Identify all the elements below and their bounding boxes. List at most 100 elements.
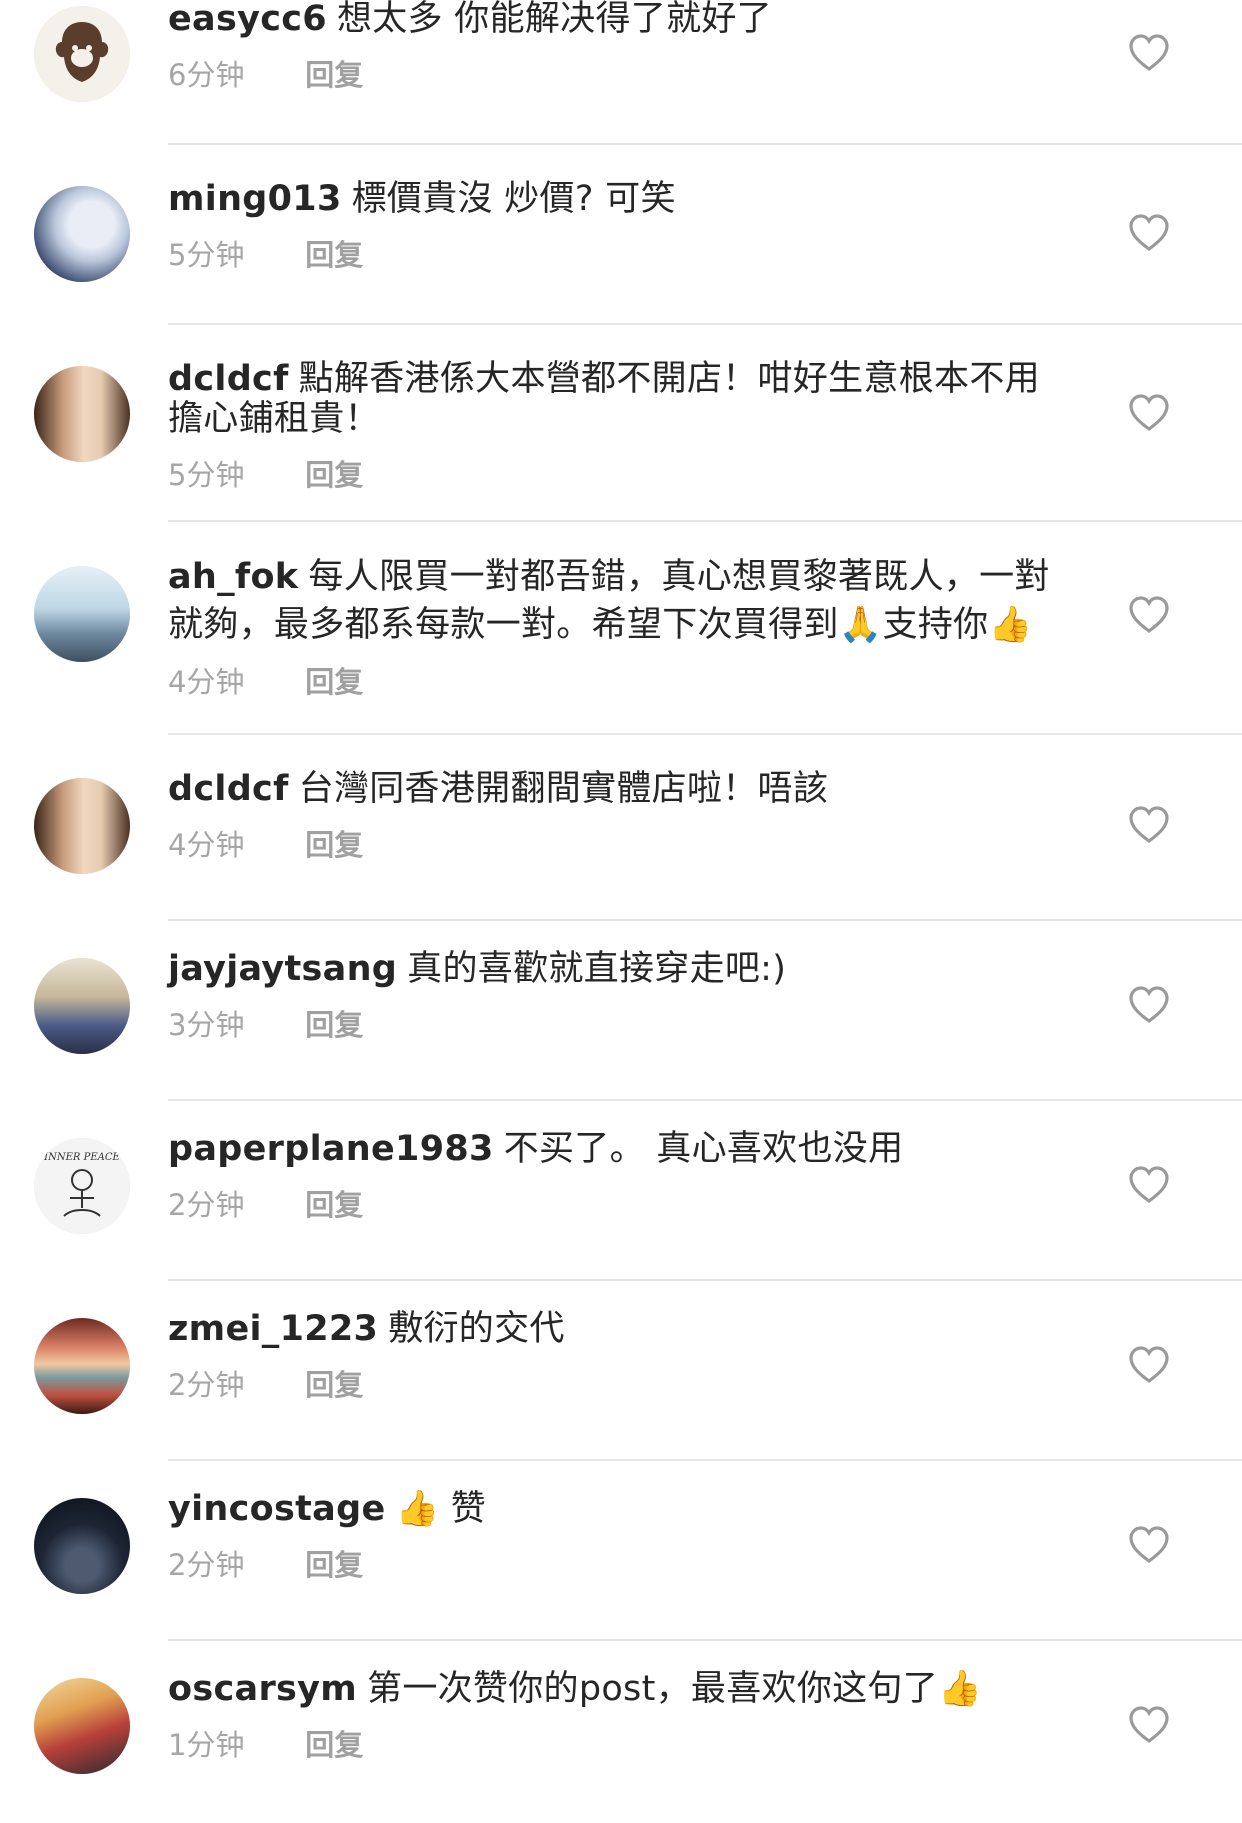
avatar[interactable] [34, 1498, 130, 1594]
reply-button[interactable]: 回复 [305, 1548, 363, 1582]
comment-time: 4分钟 [168, 665, 245, 699]
inner-peace-drawing-icon: INNER PEACE [34, 1138, 130, 1234]
heart-outline-icon[interactable] [1128, 214, 1170, 252]
heart-outline-icon[interactable] [1128, 34, 1170, 72]
comment-body: 敷衍的交代 [388, 1309, 565, 1349]
comment-text: oscarsym 第一次赞你的post，最喜欢你这句了👍 [168, 1666, 1088, 1712]
comment-username[interactable]: ming013 [168, 179, 342, 219]
divider [168, 733, 1242, 735]
comment-meta: 3分钟 回复 [168, 1007, 363, 1043]
comment-username[interactable]: dcldcf [168, 359, 289, 399]
photo-avatar-icon [34, 566, 130, 662]
photo-avatar-icon [34, 958, 130, 1054]
reply-button[interactable]: 回复 [305, 828, 363, 862]
heart-outline-icon[interactable] [1128, 596, 1170, 634]
comment-text-continued: 擔心鋪租貴！ [168, 396, 1088, 442]
svg-text:INNER PEACE: INNER PEACE [43, 1152, 120, 1163]
reply-button[interactable]: 回复 [305, 1368, 363, 1402]
comment-username[interactable]: zmei_1223 [168, 1309, 378, 1349]
comment-text: dcldcf 台灣同香港開翻間實體店啦！唔該 [168, 766, 1088, 812]
comment-username[interactable]: oscarsym [168, 1669, 357, 1709]
photo-avatar-icon [34, 1498, 130, 1594]
comment-text: easycc6 想太多 你能解决得了就好了 [168, 0, 1088, 42]
comment-time: 1分钟 [168, 1728, 245, 1762]
comment-meta: 5分钟 回复 [168, 457, 363, 493]
heart-outline-icon[interactable] [1128, 1166, 1170, 1204]
photo-avatar-icon [34, 1678, 130, 1774]
comment-body: 想太多 你能解决得了就好了 [336, 0, 772, 39]
divider [168, 1459, 1242, 1461]
comment-text: paperplane1983 不买了。 真心喜欢也没用 [168, 1126, 1088, 1172]
comment-text: jayjaytsang 真的喜歡就直接穿走吧:) [168, 946, 1088, 992]
comment-time: 4分钟 [168, 828, 245, 862]
avatar[interactable] [34, 6, 130, 102]
comment-text: zmei_1223 敷衍的交代 [168, 1306, 1088, 1352]
comment-body-line2: 就夠，最多都系每款一對。希望下次買得到🙏支持你👍 [168, 605, 1033, 645]
comment-meta: 4分钟 回复 [168, 664, 363, 700]
avatar[interactable] [34, 1318, 130, 1414]
photo-avatar-icon [34, 778, 130, 874]
photo-avatar-icon [34, 366, 130, 462]
divider [168, 919, 1242, 921]
divider [168, 1279, 1242, 1281]
comment-meta: 6分钟 回复 [168, 57, 363, 93]
comment-text: ah_fok 每人限買一對都吾錯，真心想買黎著既人，一對 [168, 554, 1088, 600]
avatar[interactable] [34, 186, 130, 282]
avatar[interactable] [34, 958, 130, 1054]
comment-meta: 2分钟 回复 [168, 1187, 363, 1223]
reply-button[interactable]: 回复 [305, 58, 363, 92]
comment-time: 5分钟 [168, 458, 245, 492]
comment-username[interactable]: dcldcf [168, 769, 289, 809]
comment-username[interactable]: ah_fok [168, 557, 298, 597]
comment-time: 3分钟 [168, 1008, 245, 1042]
avatar[interactable] [34, 1678, 130, 1774]
reply-button[interactable]: 回复 [305, 238, 363, 272]
reply-button[interactable]: 回复 [305, 1188, 363, 1222]
comment-body-line2: 擔心鋪租貴！ [168, 399, 380, 439]
comment-username[interactable]: easycc6 [168, 0, 327, 39]
comment-time: 2分钟 [168, 1548, 245, 1582]
comment-username[interactable]: paperplane1983 [168, 1129, 494, 1169]
comment-username[interactable]: yincostage [168, 1489, 386, 1529]
comment-body: 台灣同香港開翻間實體店啦！唔該 [298, 769, 829, 809]
avatar[interactable] [34, 366, 130, 462]
comment-meta: 1分钟 回复 [168, 1727, 363, 1763]
comment-meta: 4分钟 回复 [168, 827, 363, 863]
heart-outline-icon[interactable] [1128, 1706, 1170, 1744]
reply-button[interactable]: 回复 [305, 458, 363, 492]
reply-button[interactable]: 回复 [305, 1008, 363, 1042]
comment-time: 2分钟 [168, 1188, 245, 1222]
photo-avatar-icon [34, 186, 130, 282]
heart-outline-icon[interactable] [1128, 394, 1170, 432]
comment-body: 👍 赞 [395, 1489, 487, 1529]
avatar[interactable] [34, 566, 130, 662]
comment-body: 每人限買一對都吾錯，真心想買黎著既人，一對 [308, 557, 1050, 597]
comment-text: ming013 標價貴沒 炒價? 可笑 [168, 176, 1088, 222]
comment-body: 真的喜歡就直接穿走吧:) [407, 949, 787, 989]
divider [168, 143, 1242, 145]
divider [168, 323, 1242, 325]
comment-time: 2分钟 [168, 1368, 245, 1402]
comment-body: 標價貴沒 炒價? 可笑 [351, 179, 676, 219]
comment-meta: 2分钟 回复 [168, 1367, 363, 1403]
comment-text: yincostage 👍 赞 [168, 1486, 1088, 1532]
comment-body: 不买了。 真心喜欢也没用 [503, 1129, 904, 1169]
avatar[interactable] [34, 778, 130, 874]
photo-avatar-icon [34, 1318, 130, 1414]
comment-text-continued: 就夠，最多都系每款一對。希望下次買得到🙏支持你👍 [168, 602, 1088, 648]
comment-username[interactable]: jayjaytsang [168, 949, 397, 989]
reply-button[interactable]: 回复 [305, 665, 363, 699]
heart-outline-icon[interactable] [1128, 986, 1170, 1024]
avatar[interactable]: INNER PEACE [34, 1138, 130, 1234]
bape-ape-logo-icon [34, 6, 130, 102]
heart-outline-icon[interactable] [1128, 806, 1170, 844]
divider [168, 520, 1242, 522]
divider [168, 1639, 1242, 1641]
comment-time: 5分钟 [168, 238, 245, 272]
comment-time: 6分钟 [168, 58, 245, 92]
heart-outline-icon[interactable] [1128, 1346, 1170, 1384]
comment-meta: 2分钟 回复 [168, 1547, 363, 1583]
reply-button[interactable]: 回复 [305, 1728, 363, 1762]
comment-body: 第一次赞你的post，最喜欢你这句了👍 [367, 1669, 982, 1709]
heart-outline-icon[interactable] [1128, 1526, 1170, 1564]
